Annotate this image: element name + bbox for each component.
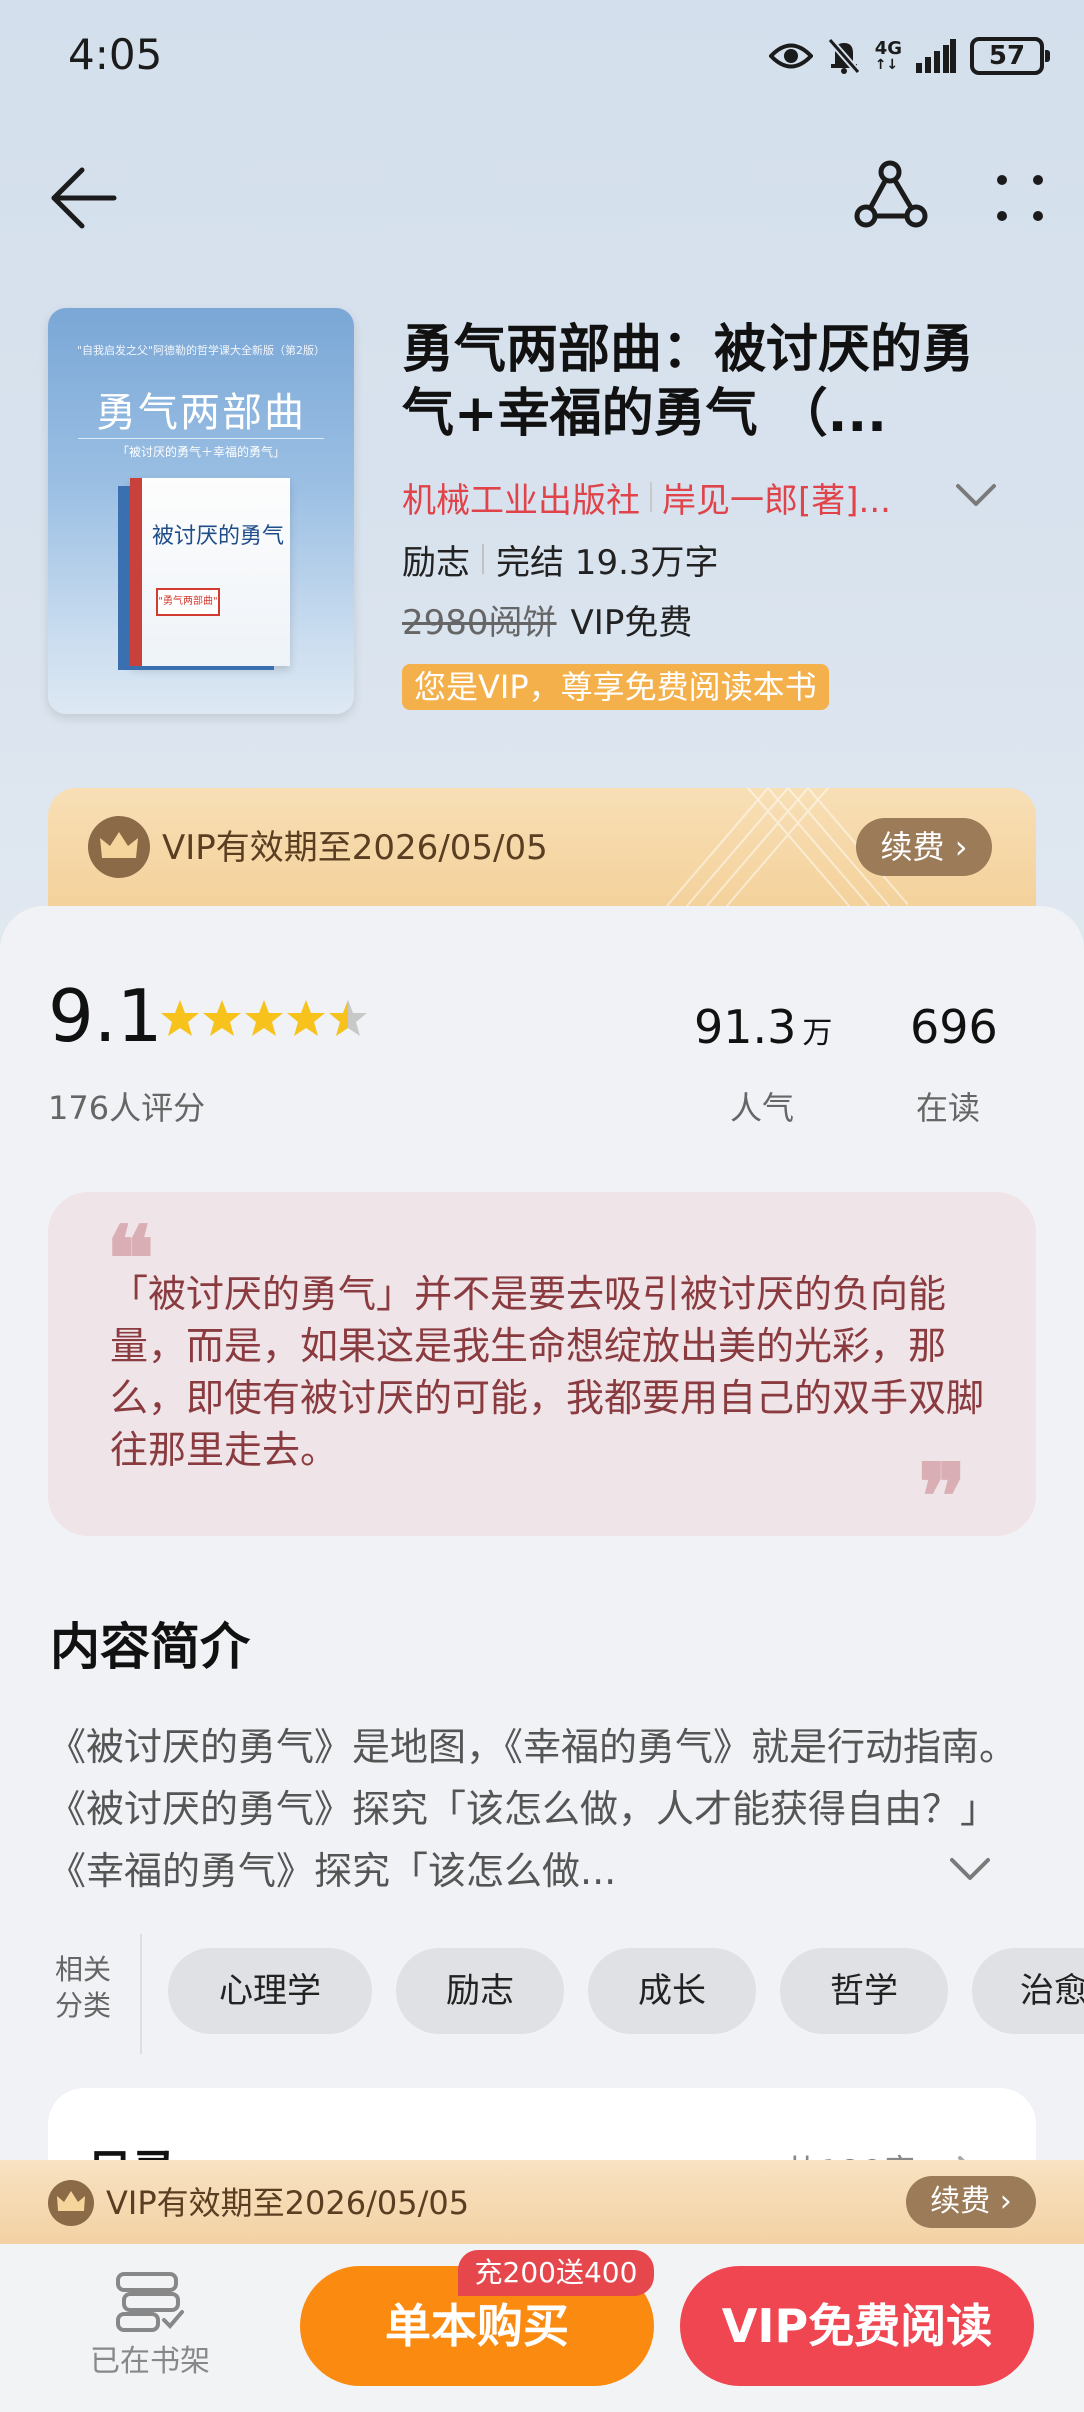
- author[interactable]: 岸见一郎[著]...: [662, 473, 891, 522]
- intro-heading: 内容简介: [50, 1618, 250, 1676]
- divider: [482, 544, 484, 574]
- reading-label: 在读: [916, 1089, 981, 1127]
- chevron-right-icon: ›: [990, 2184, 1012, 2219]
- related-categories-label: 相关分类: [54, 1953, 111, 2022]
- book-category: 励志: [402, 542, 470, 583]
- recharge-promo-badge: 充200送400: [458, 2250, 654, 2296]
- vip-notice-badge: 您是VIP，尊享免费阅读本书: [402, 664, 829, 710]
- category-status-row: 励志 完结 19.3万字: [402, 534, 719, 584]
- popularity-label: 人气: [730, 1089, 795, 1127]
- category-chip[interactable]: 治愈: [972, 1948, 1084, 2034]
- category-chip[interactable]: 励志: [396, 1948, 564, 2034]
- battery-icon: 57: [970, 37, 1050, 75]
- crown-icon: [48, 2180, 94, 2226]
- bookshelf-label[interactable]: 已在书架: [80, 2340, 220, 2384]
- network-indicator: 4G ↑↓: [874, 38, 902, 73]
- status-time: 4:05: [68, 30, 163, 79]
- renew-label: 续费: [880, 828, 945, 866]
- chevron-right-icon: ›: [944, 828, 968, 866]
- star-icon: [287, 1000, 325, 1036]
- vip-price: VIP免费: [570, 602, 693, 643]
- signal-icon: [916, 39, 956, 73]
- vip-free-read-button[interactable]: VIP免费阅读: [680, 2266, 1034, 2386]
- renew-button[interactable]: 续费 ›: [906, 2176, 1036, 2228]
- renew-label: 续费: [930, 2184, 991, 2219]
- star-icon: [245, 1000, 283, 1036]
- star-icon: [203, 1000, 241, 1036]
- quote-text: 「被讨厌的勇气」并不是要去吸引被讨厌的负向能量，而是，如果这是我生命想绽放出美的…: [110, 1272, 985, 1472]
- more-icon[interactable]: [988, 160, 1052, 236]
- vip-expiry-text: VIP有效期至2026/05/05: [162, 828, 548, 868]
- category-chip[interactable]: 成长: [588, 1948, 756, 2034]
- book-title: 勇气两部曲：被讨厌的勇气+幸福的勇气 （...: [402, 320, 975, 444]
- bookshelf-icon[interactable]: [110, 2268, 190, 2338]
- cover-book-illustration: 被讨厌的勇气 "勇气两部曲": [130, 478, 290, 666]
- star-half-icon: [329, 1000, 367, 1036]
- original-price: 2980阅饼: [402, 602, 557, 643]
- cover-subtitle: 「被讨厌的勇气＋幸福的勇气」: [78, 438, 324, 460]
- star-icon: [161, 1000, 199, 1036]
- category-chip[interactable]: 心理学: [168, 1948, 372, 2034]
- popularity-value: 91.3: [694, 1000, 797, 1054]
- network-label: 4G: [874, 38, 902, 59]
- cover-badge: "勇气两部曲": [156, 588, 220, 616]
- crown-icon: [88, 816, 150, 878]
- cover-title: 勇气两部曲: [96, 390, 306, 436]
- vip-expiry-text: VIP有效期至2026/05/05: [106, 2184, 470, 2222]
- share-icon[interactable]: [850, 156, 930, 236]
- bell-muted-icon: [827, 37, 861, 75]
- category-chip[interactable]: 哲学: [780, 1948, 948, 2034]
- popularity-stat: 91.3 万: [694, 994, 832, 1067]
- publisher[interactable]: 机械工业出版社: [402, 473, 640, 522]
- divider: [140, 1934, 142, 2054]
- divider: [650, 482, 652, 512]
- popularity-unit: 万: [802, 1016, 833, 1051]
- back-arrow-icon[interactable]: [46, 160, 122, 236]
- quote-close-icon: ❞: [918, 1444, 967, 1550]
- chevron-down-icon[interactable]: [954, 478, 998, 514]
- price-row: 2980阅饼 VIP免费: [402, 594, 692, 644]
- intro-text[interactable]: 《被讨厌的勇气》是地图，《幸福的勇气》就是行动指南。 《被讨厌的勇气》探究「该怎…: [48, 1716, 1036, 1902]
- rating-count: 176人评分: [48, 1089, 206, 1127]
- rating-score: 9.1: [48, 974, 163, 1058]
- reading-value: 696: [910, 1000, 998, 1054]
- book-cover[interactable]: "自我启发之父"阿德勒的哲学课大全新版（第2版） 勇气两部曲 「被讨厌的勇气＋幸…: [48, 308, 354, 714]
- rating-stars: [160, 998, 368, 1038]
- eye-icon: [768, 43, 813, 69]
- status-icons: 4G ↑↓ 57: [768, 32, 1050, 80]
- quote-card: ❝ 「被讨厌的勇气」并不是要去吸引被讨厌的负向能量，而是，如果这是我生命想绽放出…: [48, 1192, 1036, 1542]
- renew-button[interactable]: 续费 ›: [856, 818, 992, 876]
- book-status: 完结 19.3万字: [496, 542, 719, 583]
- expand-chevron-icon[interactable]: [948, 1852, 992, 1888]
- status-bar: 4:05 4G ↑↓ 57: [0, 0, 1084, 110]
- vip-strip[interactable]: VIP有效期至2026/05/05 续费 ›: [0, 2160, 1084, 2244]
- cover-tagline: "自我启发之父"阿德勒的哲学课大全新版（第2版）: [76, 344, 326, 357]
- publisher-author-row[interactable]: 机械工业出版社 岸见一郎[著]...: [402, 472, 962, 522]
- cover-inner-title: 被讨厌的勇气: [152, 524, 285, 549]
